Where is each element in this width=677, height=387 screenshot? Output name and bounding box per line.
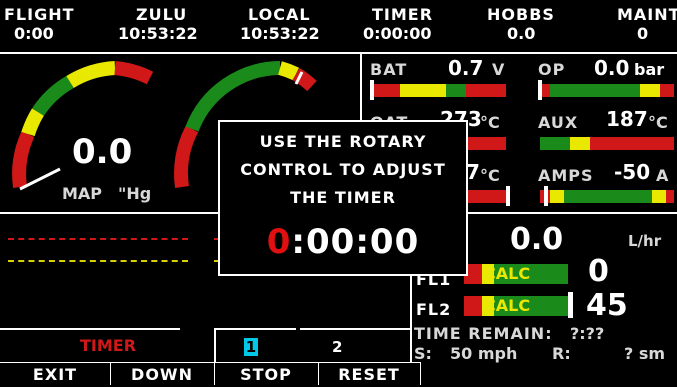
bat-pointer xyxy=(370,80,374,100)
dialog-line-3: THE TIMER xyxy=(290,188,396,207)
range-value: ? sm xyxy=(624,344,666,363)
tab-line-2 xyxy=(216,328,296,330)
op-unit: bar xyxy=(634,60,665,79)
timer-value: 0:00:00 xyxy=(363,24,432,43)
timer-label: TIMER xyxy=(372,5,434,24)
op-bar-green xyxy=(550,84,640,97)
aux-unit: °C xyxy=(648,113,668,132)
amps-value: -50 xyxy=(614,160,651,184)
timer-adjust-dialog: USE THE ROTARY CONTROL TO ADJUST THE TIM… xyxy=(218,120,468,276)
softkey-sep-4 xyxy=(420,362,421,385)
flight-label: FLIGHT xyxy=(4,5,75,24)
op-bar-yellow xyxy=(640,84,660,97)
zulu-value: 10:53:22 xyxy=(118,24,198,43)
map-label: MAP xyxy=(62,184,103,203)
amps-label: AMPS xyxy=(538,166,594,185)
bat-bar-red-low xyxy=(372,84,400,97)
aux-label: AUX xyxy=(538,113,579,132)
timer-tab-title: TIMER xyxy=(80,336,137,355)
bat-bar-green xyxy=(446,84,466,97)
amps-bar-yellow xyxy=(550,190,564,203)
dialog-timer-rest: :00:00 xyxy=(291,222,420,262)
flight-value: 0:00 xyxy=(14,24,54,43)
aux-bar-yellow xyxy=(570,137,590,150)
aux-bar-green xyxy=(540,137,570,150)
time-remain-label: TIME REMAIN: xyxy=(414,324,553,343)
tab-line-1 xyxy=(0,328,180,330)
fl1-bar-text: CALC xyxy=(484,264,531,283)
bat-bar-yellow xyxy=(400,84,446,97)
graph-yellow-line xyxy=(8,260,188,262)
fl2-value: 45 xyxy=(586,288,628,323)
amps-bar-yellow-high xyxy=(652,190,666,203)
stop-button[interactable]: STOP xyxy=(214,363,318,385)
speed-value: 50 mph xyxy=(450,344,518,363)
graph-red-line xyxy=(8,238,188,240)
fl2-bar-red xyxy=(464,296,482,316)
zulu-label: ZULU xyxy=(136,5,188,24)
map-unit: "Hg xyxy=(118,184,152,203)
ct-unit: °C xyxy=(480,166,500,185)
aux-bar-red xyxy=(590,137,674,150)
op-value: 0.0 xyxy=(594,56,630,80)
fl1-value: 0 xyxy=(588,254,609,289)
aux-value: 187 xyxy=(606,107,648,131)
dialog-line-2: CONTROL TO ADJUST xyxy=(240,160,446,179)
tab-line-3 xyxy=(300,328,410,330)
fuel-flow-unit: L/hr xyxy=(628,232,662,250)
range-label: R: xyxy=(552,344,571,363)
map-value: 0.0 xyxy=(72,132,133,172)
op-bar-red-high xyxy=(660,84,674,97)
time-remain-value: ?:?? xyxy=(570,324,605,343)
fuel-flow-value: 0.0 xyxy=(510,222,564,257)
hobbs-value: 0.0 xyxy=(507,24,536,43)
amps-bar-green xyxy=(564,190,652,203)
op-pointer xyxy=(538,80,542,100)
reset-button[interactable]: RESET xyxy=(318,363,420,385)
fl2-bar-text: CALC xyxy=(484,296,531,315)
oat-unit: °C xyxy=(480,113,500,132)
maint-value: 0 xyxy=(637,24,649,43)
bat-bar-red-high xyxy=(466,84,506,97)
timer-tab-2[interactable]: 2 xyxy=(332,338,342,356)
dialog-line-1: USE THE ROTARY xyxy=(259,132,427,151)
exit-button[interactable]: EXIT xyxy=(0,363,110,385)
ct-pointer xyxy=(506,186,510,206)
amps-pointer xyxy=(544,186,548,206)
fl2-pointer xyxy=(568,292,573,318)
dialog-timer-lead-digit: 0 xyxy=(266,222,292,262)
maint-label: MAINT xyxy=(617,5,677,24)
dialog-timer-display[interactable]: 0:00:00 xyxy=(220,222,466,262)
ct-value: 7 xyxy=(466,160,480,184)
bat-label: BAT xyxy=(370,60,408,79)
oat-bar-red xyxy=(466,137,506,150)
amps-bar-red-high xyxy=(666,190,674,203)
bat-unit: V xyxy=(492,60,505,79)
fl2-label: FL2 xyxy=(416,300,452,319)
local-label: LOCAL xyxy=(248,5,311,24)
hobbs-label: HOBBS xyxy=(487,5,555,24)
timer-tab-1[interactable]: 1 xyxy=(244,338,258,356)
down-button[interactable]: DOWN xyxy=(110,363,214,385)
bat-value: 0.7 xyxy=(448,56,484,80)
op-label: OP xyxy=(538,60,566,79)
amps-unit: A xyxy=(656,166,669,185)
ct-bar-red xyxy=(466,190,506,203)
tab-separator xyxy=(214,328,216,362)
speed-label: S: xyxy=(414,344,432,363)
local-value: 10:53:22 xyxy=(240,24,320,43)
